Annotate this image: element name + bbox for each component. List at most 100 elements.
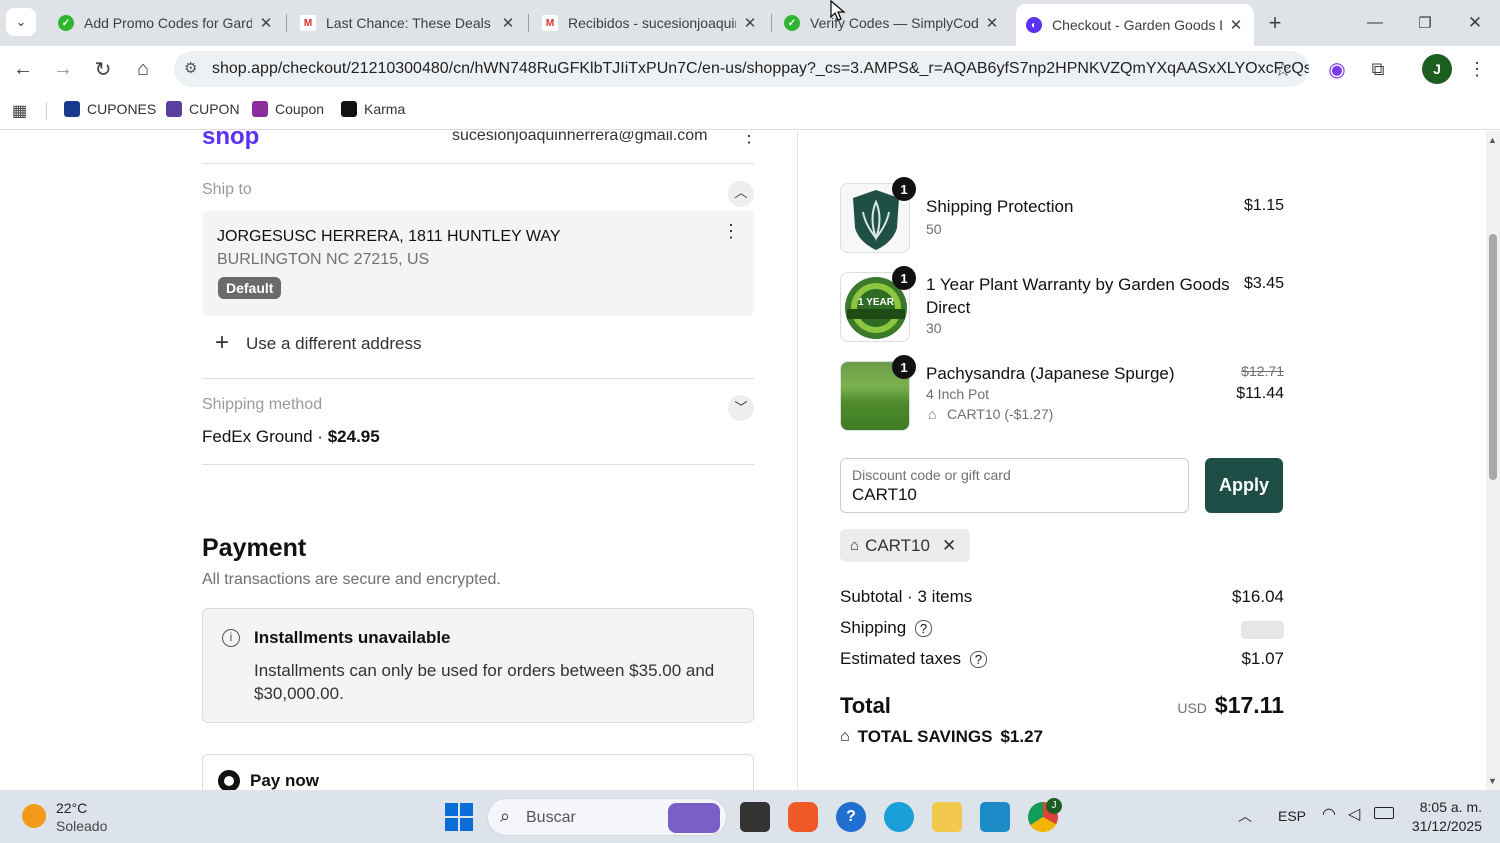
- scroll-down-arrow[interactable]: ▼: [1488, 776, 1497, 786]
- remote-desktop-icon[interactable]: [980, 802, 1010, 832]
- savings-tag-icon: ⌂: [840, 728, 850, 745]
- bookmark-icon: [64, 101, 80, 117]
- clock-time[interactable]: 8:05 a. m.: [1410, 799, 1482, 815]
- page-scrollbar[interactable]: ▲ ▼: [1486, 131, 1500, 790]
- collapse-chevron-up-icon[interactable]: ︿: [728, 181, 754, 207]
- bookmark-coupon[interactable]: Coupon: [252, 101, 324, 117]
- apply-button[interactable]: Apply: [1205, 458, 1283, 513]
- extension-icon[interactable]: ◉: [1322, 54, 1352, 84]
- address-bar[interactable]: ⚙ shop.app/checkout/21210300480/cn/hWN74…: [174, 51, 1309, 87]
- menu-dots-icon[interactable]: ⋮: [1462, 54, 1492, 84]
- item-name: Pachysandra (Japanese Spurge): [926, 364, 1175, 383]
- close-tab-icon[interactable]: ✕: [984, 14, 1000, 32]
- quantity-badge: 1: [892, 355, 916, 379]
- tab-recibidos[interactable]: M Recibidos - sucesionjoaquin ✕: [532, 6, 768, 40]
- new-tab-button[interactable]: +: [1260, 8, 1290, 38]
- windows-taskbar: 22°C Soleado ⌕ Buscar ? J ︿ ESP ◠ ◁ 8:05…: [0, 790, 1500, 843]
- battery-icon[interactable]: [1374, 807, 1394, 819]
- reload-button[interactable]: ↻: [88, 54, 118, 84]
- weather-temperature: 22°C: [56, 800, 88, 816]
- task-view-icon[interactable]: [740, 802, 770, 832]
- applied-code-chip: ⌂ CART10 ✕: [840, 529, 971, 562]
- tab-search-button[interactable]: ⌄: [6, 8, 36, 36]
- close-tab-icon[interactable]: ✕: [258, 14, 274, 32]
- windows-start-icon[interactable]: [445, 803, 473, 831]
- taxes-value: $1.07: [1241, 649, 1284, 668]
- item-variant: 30: [926, 320, 942, 336]
- bookmark-karma[interactable]: Karma: [341, 101, 405, 117]
- installments-notice: i Installments unavailable Installments …: [202, 608, 754, 723]
- weather-sun-icon[interactable]: [22, 804, 46, 828]
- subtotal-value: $16.04: [1232, 587, 1284, 606]
- order-item: 1 YEAR 1 1 Year Plant Warranty by Garden…: [840, 266, 1284, 344]
- file-explorer-icon[interactable]: [932, 802, 962, 832]
- close-tab-icon[interactable]: ✕: [1228, 16, 1244, 34]
- help-app-icon[interactable]: ?: [836, 802, 866, 832]
- address-line1: JORGESUSC HERRERA, 1811 HUNTLEY WAY: [217, 228, 561, 245]
- close-window-button[interactable]: ✕: [1460, 8, 1490, 38]
- account-menu-icon[interactable]: ⋮: [740, 131, 758, 147]
- expand-chevron-down-icon[interactable]: ﹀: [728, 395, 754, 421]
- gmail-icon: M: [542, 15, 558, 31]
- tab-verify-codes[interactable]: ✓ Verify Codes — SimplyCodes ✕: [774, 6, 1010, 40]
- info-icon: i: [222, 629, 240, 647]
- use-different-address-link[interactable]: Use a different address: [246, 334, 421, 354]
- shipping-loading-placeholder: [1241, 621, 1284, 639]
- address-card[interactable]: JORGESUSC HERRERA, 1811 HUNTLEY WAY BURL…: [202, 211, 754, 316]
- profile-avatar[interactable]: J: [1422, 54, 1452, 84]
- total-row: Total USD $17.11: [840, 692, 1284, 719]
- help-icon[interactable]: ?: [914, 620, 933, 637]
- restore-button[interactable]: ❐: [1410, 8, 1440, 38]
- tab-last-chance[interactable]: M Last Chance: These Deals End ✕: [290, 6, 526, 40]
- browser-toolbar: ← → ↻ ⌂ ⚙ shop.app/checkout/21210300480/…: [0, 46, 1500, 92]
- show-hidden-icons-chevron-icon[interactable]: ︿: [1238, 806, 1252, 826]
- back-button[interactable]: ←: [8, 54, 38, 84]
- tab-title: Last Chance: These Deals End: [326, 15, 494, 31]
- tab-title: Checkout - Garden Goods Direct: [1052, 17, 1222, 33]
- home-icon[interactable]: ⌂: [128, 54, 158, 84]
- pay-now-option[interactable]: Pay now: [202, 754, 754, 790]
- bookmark-star-icon[interactable]: ☆: [1268, 54, 1298, 84]
- remove-code-icon[interactable]: ✕: [942, 536, 956, 556]
- shipping-method-label: Shipping method: [202, 396, 323, 413]
- close-tab-icon[interactable]: ✕: [742, 14, 758, 32]
- installments-title: Installments unavailable: [254, 628, 451, 647]
- gmail-icon: M: [300, 15, 316, 31]
- tab-strip: ⌄ ✓ Add Promo Codes for Garden Goods ✕ M…: [0, 0, 1500, 46]
- clock-date[interactable]: 31/12/2025: [1400, 818, 1482, 834]
- address-options-icon[interactable]: ⋮: [722, 221, 740, 242]
- site-info-icon[interactable]: ⚙: [184, 59, 197, 77]
- order-item: 1 Shipping Protection 50 $1.15: [840, 177, 1284, 255]
- extensions-puzzle-icon[interactable]: ⧉: [1363, 54, 1393, 84]
- taskbar-search-box[interactable]: ⌕ Buscar: [487, 798, 727, 836]
- item-price: $11.44: [1236, 385, 1284, 402]
- app-icon[interactable]: [788, 802, 818, 832]
- close-tab-icon[interactable]: ✕: [500, 14, 516, 32]
- minimize-button[interactable]: —: [1360, 8, 1390, 38]
- payment-subtitle: All transactions are secure and encrypte…: [202, 571, 501, 588]
- tab-checkout[interactable]: ◐ Checkout - Garden Goods Direct ✕: [1016, 4, 1254, 46]
- account-email: sucesionjoaquinherrera@gmail.com: [452, 131, 708, 144]
- apps-grid-icon[interactable]: ▦: [12, 101, 27, 121]
- weather-condition: Soleado: [56, 818, 108, 834]
- input-language[interactable]: ESP: [1278, 808, 1306, 824]
- bookmark-label: CUPONES: [87, 101, 157, 117]
- forward-button[interactable]: →: [48, 54, 78, 84]
- scrollbar-thumb[interactable]: [1489, 234, 1497, 480]
- order-item: 1 Pachysandra (Japanese Spurge) 4 Inch P…: [840, 355, 1284, 433]
- item-price: $3.45: [1243, 275, 1284, 292]
- bookmark-cupones[interactable]: CUPONES: [64, 101, 156, 117]
- discount-code-field[interactable]: Discount code or gift card CART10: [840, 458, 1189, 513]
- help-icon[interactable]: ?: [969, 651, 987, 668]
- savings-value: $1.27: [1000, 727, 1043, 746]
- bookmark-cupon[interactable]: CUPON: [166, 101, 240, 117]
- edge-icon[interactable]: [884, 802, 914, 832]
- simplycodes-icon: ✓: [784, 15, 800, 31]
- taxes-label: Estimated taxes: [840, 649, 961, 668]
- volume-icon[interactable]: ◁: [1348, 804, 1360, 824]
- tab-add-promo-codes[interactable]: ✓ Add Promo Codes for Garden Goods ✕: [48, 6, 284, 40]
- taxes-row: Estimated taxes ? $1.07: [840, 649, 1284, 669]
- radio-selected-icon[interactable]: [218, 770, 240, 790]
- scroll-up-arrow[interactable]: ▲: [1488, 135, 1497, 145]
- wifi-icon[interactable]: ◠: [1322, 804, 1336, 824]
